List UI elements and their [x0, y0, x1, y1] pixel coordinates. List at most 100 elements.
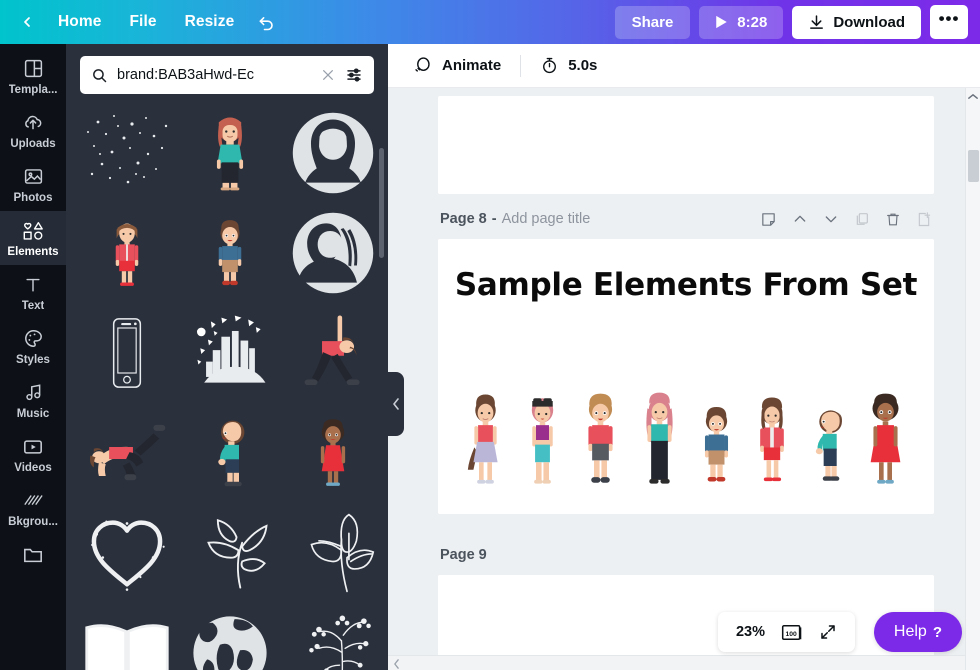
sidebar-item-photos[interactable]: Photos	[0, 157, 66, 211]
background-hatch-icon	[22, 489, 44, 512]
character-woman-afro-red-dress[interactable]	[864, 388, 907, 492]
top-toolbar-left-group: Home File Resize	[12, 7, 284, 37]
clear-search-icon[interactable]	[320, 67, 336, 83]
element-thumbnail[interactable]	[285, 406, 380, 500]
vertical-scrollbar[interactable]	[965, 88, 980, 670]
element-thumbnail[interactable]	[183, 506, 278, 600]
element-thumbnail[interactable]	[285, 206, 380, 300]
resize-menu-button[interactable]: Resize	[173, 7, 247, 37]
element-thumbnail[interactable]	[183, 306, 278, 400]
zoom-level-label[interactable]: 23%	[736, 624, 765, 640]
leaf-sprig-outline-illustration	[207, 518, 268, 589]
character-row	[438, 388, 934, 492]
slide-title-text[interactable]: Sample Elements From Set	[455, 267, 918, 303]
page-count-icon-label: 100	[786, 630, 798, 637]
move-page-down-icon[interactable]	[823, 211, 839, 227]
sidebar-label-elements: Elements	[7, 246, 59, 258]
character-woman-teal-top-black-pants[interactable]	[638, 388, 681, 492]
elements-panel-scrollbar[interactable]	[379, 148, 384, 258]
download-button[interactable]: Download	[792, 5, 921, 39]
move-page-up-icon[interactable]	[792, 211, 808, 227]
element-thumbnail[interactable]	[183, 106, 278, 200]
scroll-left-icon[interactable]	[388, 656, 404, 670]
character-boy-teal-shirt-profile[interactable]	[808, 400, 848, 492]
page-8-canvas[interactable]: Sample Elements From Set	[438, 239, 934, 514]
sidebar-item-elements[interactable]: Elements	[0, 211, 66, 265]
element-thumbnail[interactable]	[80, 606, 175, 670]
notes-icon[interactable]	[760, 211, 777, 228]
page-duration-button[interactable]: 5.0s	[530, 50, 607, 81]
character-boy-red-shirt-grey-shorts[interactable]	[579, 388, 622, 492]
element-thumbnail[interactable]	[80, 106, 175, 200]
elements-results-grid	[66, 102, 388, 670]
globe-earth-illustration	[193, 616, 267, 670]
palette-icon	[23, 327, 44, 350]
page-number-label: Page 9	[440, 547, 487, 563]
photo-icon	[23, 165, 44, 188]
character-woman-red-jacket-skirt[interactable]	[752, 392, 792, 492]
sidebar-item-styles[interactable]: Styles	[0, 319, 66, 373]
vertical-scrollbar-thumb[interactable]	[968, 150, 979, 182]
home-menu-button[interactable]: Home	[46, 7, 113, 37]
pages-scroller: Page 8 - Add page title Sample Elements …	[388, 88, 980, 670]
undo-button[interactable]	[250, 7, 284, 37]
page-count-icon[interactable]: 100	[781, 623, 803, 642]
character-girl-sunglasses-purple-top[interactable]	[522, 388, 563, 492]
element-thumbnail[interactable]	[183, 206, 278, 300]
sidebar-item-uploads[interactable]: Uploads	[0, 103, 66, 157]
girl-red-dress-dark-illustration	[320, 419, 345, 486]
sidebar-label-music: Music	[16, 408, 50, 420]
present-button[interactable]: 8:28	[699, 5, 784, 39]
back-button[interactable]	[12, 7, 42, 37]
animate-label: Animate	[442, 57, 502, 74]
element-thumbnail[interactable]	[80, 506, 175, 600]
sidebar-item-background[interactable]: Bkgrou...	[0, 481, 66, 535]
shapes-icon	[22, 219, 45, 242]
scroll-up-icon[interactable]	[966, 88, 980, 104]
character-girl-ponytail-red-top[interactable]	[465, 388, 506, 492]
character-boy-blue-shirt-tan-shorts[interactable]	[697, 400, 736, 492]
fullscreen-icon[interactable]	[819, 623, 837, 641]
animate-button[interactable]: Animate	[402, 49, 511, 82]
search-input[interactable]	[117, 67, 311, 83]
filter-sliders-icon[interactable]	[345, 66, 363, 84]
boy-teal-shirt-profile-illustration	[218, 420, 245, 487]
element-thumbnail[interactable]	[183, 606, 278, 670]
animate-circles-icon	[415, 57, 430, 72]
page-7-card-partial[interactable]	[438, 96, 934, 194]
add-page-icon[interactable]	[916, 211, 932, 228]
more-options-button[interactable]: •••	[930, 5, 968, 39]
share-button[interactable]: Share	[614, 5, 691, 39]
element-thumbnail[interactable]	[285, 506, 380, 600]
duplicate-page-icon[interactable]	[854, 211, 870, 227]
delete-page-icon[interactable]	[885, 211, 901, 228]
element-thumbnail[interactable]	[285, 606, 380, 670]
search-bar[interactable]	[80, 56, 374, 94]
sidebar-label-background: Bkgrou...	[8, 516, 58, 528]
page-8-header: Page 8 - Add page title	[438, 204, 934, 234]
element-thumbnail[interactable]	[285, 306, 380, 400]
collapse-panel-button[interactable]	[388, 372, 404, 436]
download-arrow-icon	[810, 14, 824, 29]
help-button[interactable]: Help ?	[873, 612, 962, 652]
element-thumbnail[interactable]	[80, 306, 175, 400]
horizontal-scrollbar[interactable]	[388, 655, 965, 670]
search-icon	[91, 67, 108, 84]
sidebar-label-uploads: Uploads	[10, 138, 56, 150]
stopwatch-icon	[543, 57, 557, 74]
canvas-scroll-area[interactable]: Page 8 - Add page title Sample Elements …	[388, 88, 980, 670]
page-9-header: Page 9	[438, 540, 934, 570]
element-thumbnail[interactable]	[80, 206, 175, 300]
video-play-icon	[22, 435, 44, 458]
sidebar-item-videos[interactable]: Videos	[0, 427, 66, 481]
sidebar-item-folder[interactable]	[0, 535, 66, 573]
sidebar-item-text[interactable]: Text	[0, 265, 66, 319]
element-thumbnail[interactable]	[183, 406, 278, 500]
element-thumbnail[interactable]	[80, 406, 175, 500]
sidebar-label-text: Text	[21, 300, 45, 312]
sidebar-item-music[interactable]: Music	[0, 373, 66, 427]
add-page-title-button[interactable]: Add page title	[502, 211, 591, 227]
element-thumbnail[interactable]	[285, 106, 380, 200]
file-menu-button[interactable]: File	[117, 7, 168, 37]
sidebar-item-templates[interactable]: Templa...	[0, 49, 66, 103]
